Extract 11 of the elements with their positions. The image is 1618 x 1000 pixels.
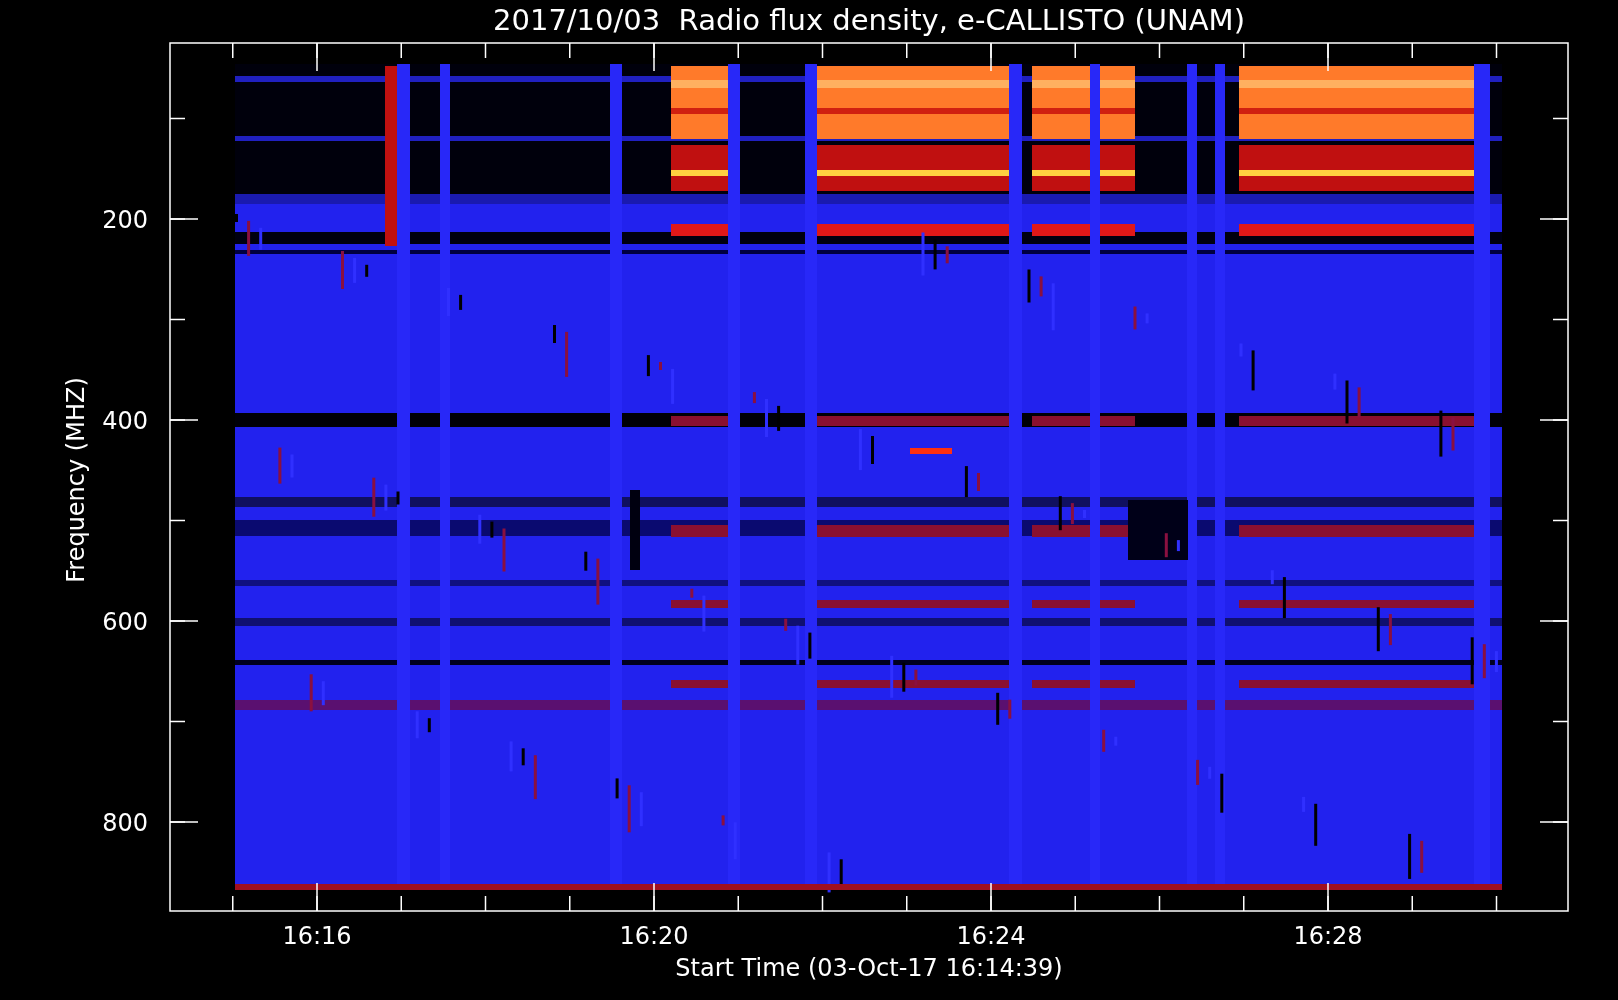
x-tick-label: 16:20	[619, 922, 689, 950]
x-axis-label: Start Time (03-Oct-17 16:14:39)	[675, 954, 1063, 982]
y-tick-label: 600	[102, 608, 148, 636]
chart-title: 2017/10/03 Radio flux density, e-CALLISTO (UNAM)	[493, 3, 1245, 37]
y-tick-label: 200	[102, 206, 148, 234]
x-tick-label: 16:16	[282, 922, 352, 950]
y-tick-label: 400	[102, 407, 148, 435]
y-tick-label: 800	[102, 809, 148, 837]
x-tick-label: 16:28	[1293, 922, 1363, 950]
x-tick-label: 16:24	[956, 922, 1026, 950]
y-axis-label: Frequency (MHZ)	[62, 377, 90, 583]
